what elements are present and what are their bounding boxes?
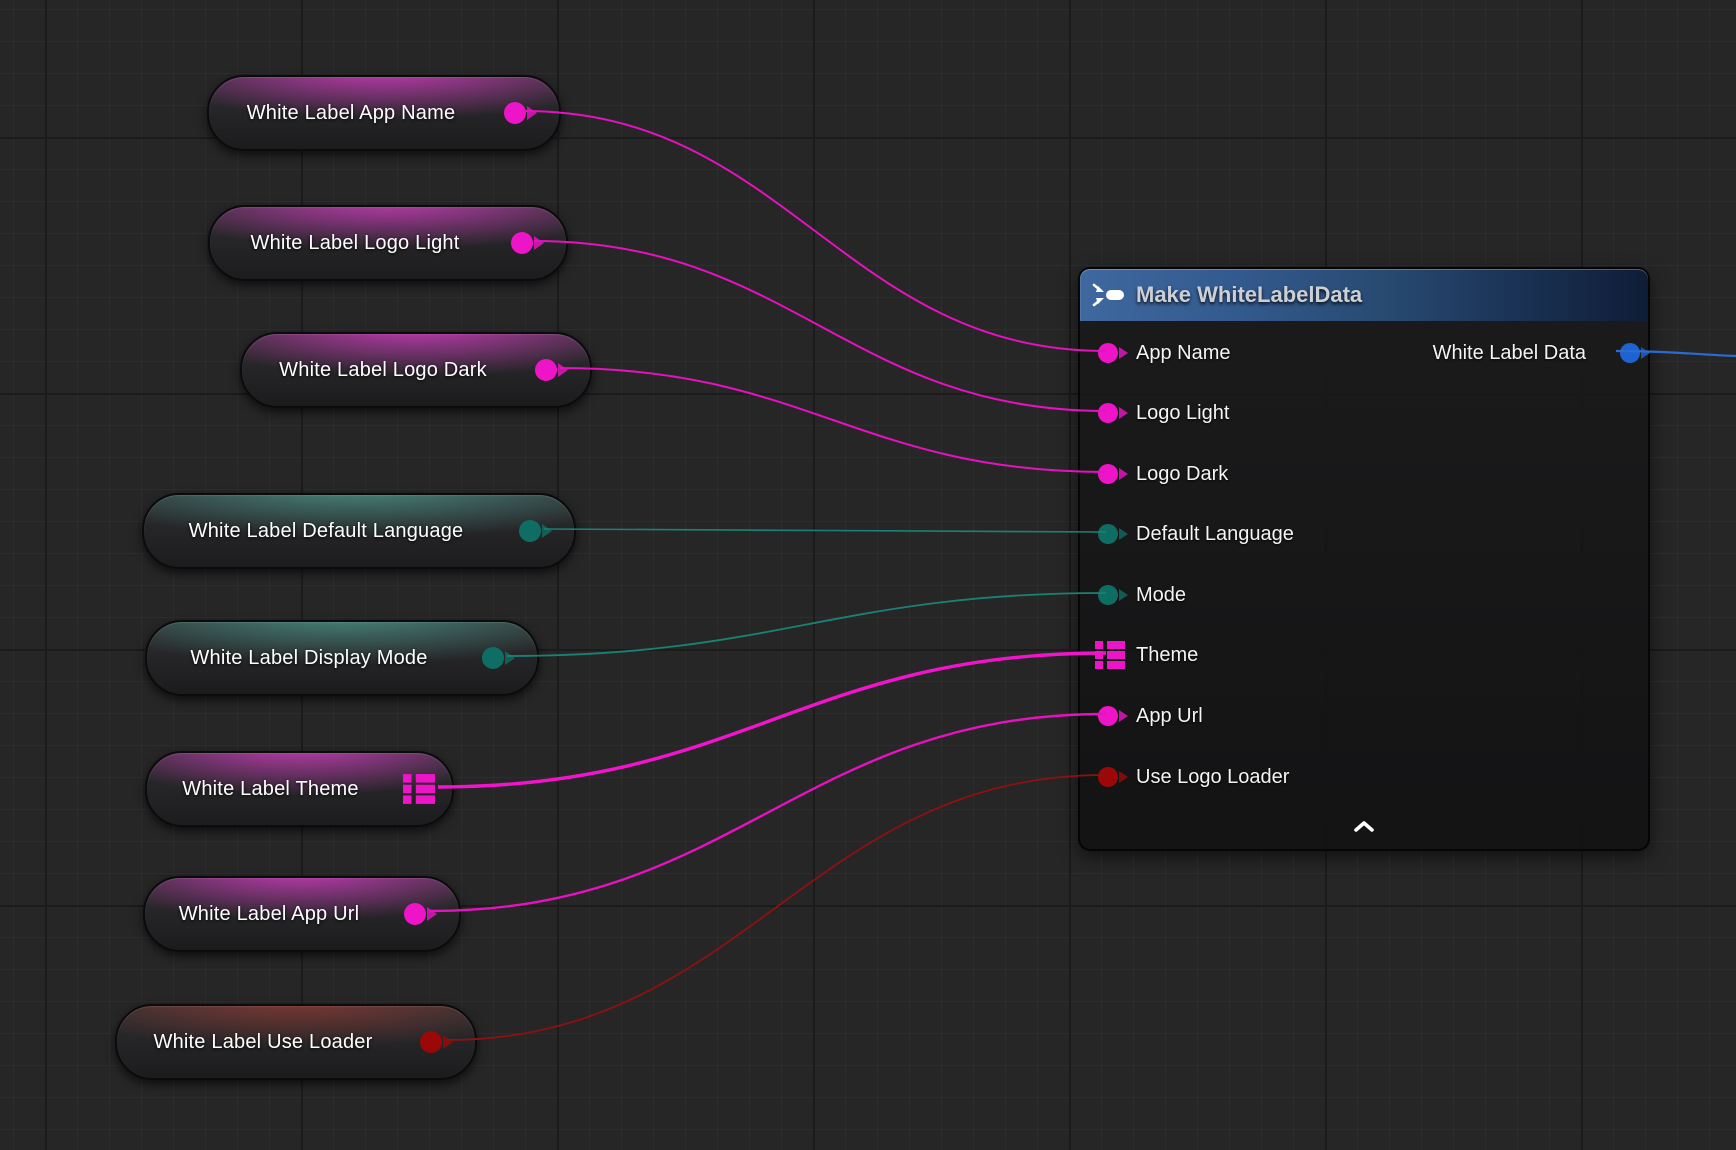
variable-node-white-label-theme[interactable]: White Label Theme	[145, 751, 454, 827]
wire-logo-light[interactable]	[534, 241, 1106, 411]
variable-node-white-label-app-name[interactable]: White Label App Name	[207, 75, 561, 151]
pin-row-white-label-data-output: White Label Data	[1080, 338, 1648, 368]
variable-label: White Label Default Language	[144, 495, 574, 567]
string-pin[interactable]	[511, 232, 533, 254]
struct-grid-pin[interactable]	[403, 773, 435, 805]
pin-row-default-language: Default Language	[1080, 519, 1648, 549]
bool-pin[interactable]	[1098, 767, 1118, 787]
wire-theme[interactable]	[438, 653, 1106, 787]
pin-label: Default Language	[1136, 523, 1294, 546]
pin-label: Logo Light	[1136, 402, 1229, 425]
string-pin[interactable]	[535, 359, 557, 381]
pin-row-logo-dark: Logo Dark	[1080, 459, 1648, 489]
pin-label: Use Logo Loader	[1136, 766, 1289, 789]
byte-pin[interactable]	[482, 647, 504, 669]
string-pin[interactable]	[1098, 403, 1118, 423]
variable-node-white-label-default-language[interactable]: White Label Default Language	[142, 493, 576, 569]
wire-app-url[interactable]	[430, 714, 1106, 911]
byte-pin[interactable]	[1098, 524, 1118, 544]
wire-use-loader[interactable]	[446, 775, 1106, 1040]
bool-pin[interactable]	[420, 1031, 442, 1053]
wire-default-language[interactable]	[544, 529, 1106, 532]
byte-pin[interactable]	[519, 520, 541, 542]
variable-node-white-label-logo-dark[interactable]: White Label Logo Dark	[240, 332, 592, 408]
collapse-node-button[interactable]	[1350, 819, 1378, 835]
string-pin[interactable]	[1098, 706, 1118, 726]
variable-node-white-label-logo-light[interactable]: White Label Logo Light	[208, 205, 568, 281]
pin-label: App Url	[1136, 705, 1203, 728]
byte-pin[interactable]	[1098, 585, 1118, 605]
variable-node-white-label-use-loader[interactable]: White Label Use Loader	[115, 1004, 477, 1080]
wire-display-mode[interactable]	[507, 593, 1106, 656]
string-pin[interactable]	[404, 903, 426, 925]
pin-row-theme: Theme	[1080, 640, 1648, 670]
make-struct-icon	[1092, 282, 1126, 308]
make-whitelabeldata-node[interactable]: Make WhiteLabelData App Name Logo Light …	[1078, 267, 1650, 851]
struct-grid-pin[interactable]	[1095, 640, 1125, 670]
string-pin[interactable]	[1098, 464, 1118, 484]
struct-output-pin[interactable]	[1620, 343, 1640, 363]
pin-row-app-url: App Url	[1080, 701, 1648, 731]
pin-row-logo-light: Logo Light	[1080, 398, 1648, 428]
pin-row-mode: Mode	[1080, 580, 1648, 610]
blueprint-graph-canvas[interactable]: White Label App Name White Label Logo Li…	[0, 0, 1736, 1150]
chevron-up-icon	[1354, 821, 1374, 833]
variable-label: White Label Display Mode	[147, 622, 537, 694]
pin-label: White Label Data	[1433, 342, 1586, 365]
variable-node-white-label-display-mode[interactable]: White Label Display Mode	[145, 620, 539, 696]
pin-label: Theme	[1136, 644, 1198, 667]
wire-logo-dark[interactable]	[560, 368, 1106, 472]
pin-label: Logo Dark	[1136, 463, 1228, 486]
string-pin[interactable]	[504, 102, 526, 124]
node-header[interactable]: Make WhiteLabelData	[1080, 269, 1648, 321]
node-title: Make WhiteLabelData	[1136, 282, 1362, 308]
wire-app-name[interactable]	[524, 111, 1106, 351]
variable-node-white-label-app-url[interactable]: White Label App Url	[143, 876, 461, 952]
pin-label: Mode	[1136, 584, 1186, 607]
pin-row-use-logo-loader: Use Logo Loader	[1080, 762, 1648, 792]
